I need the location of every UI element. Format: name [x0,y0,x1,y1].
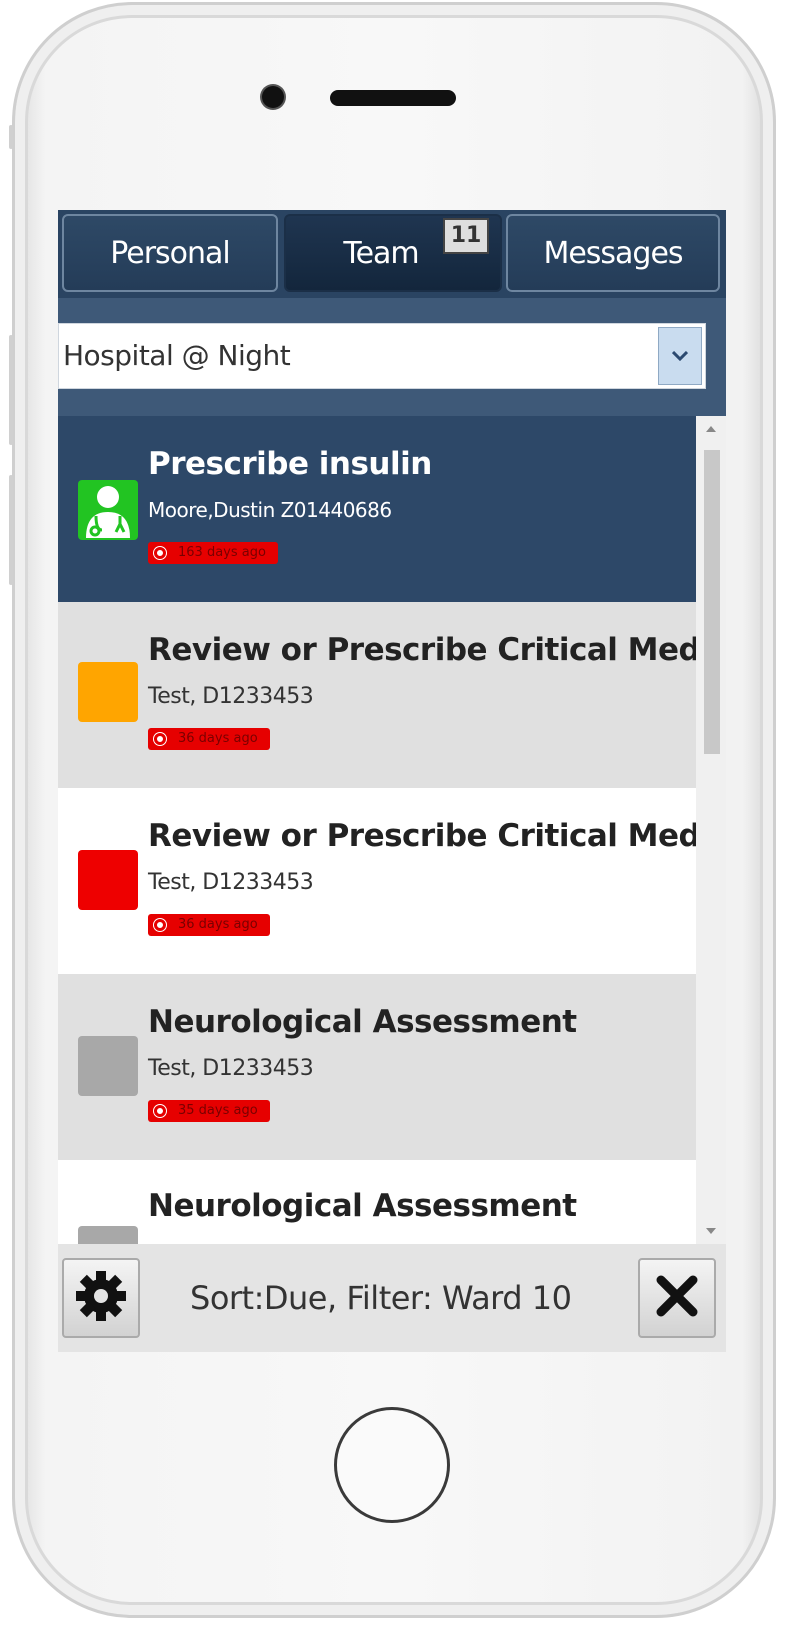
tab-messages[interactable]: Messages [506,214,720,292]
task-row[interactable]: Review or Prescribe Critical Meds ( Test… [58,602,696,788]
task-row[interactable]: Prescribe insulin Moore,Dustin Z01440686… [58,416,696,602]
due-badge: 35 days ago [148,1100,270,1122]
home-button[interactable] [334,1407,450,1523]
list-scrollbar[interactable] [696,416,726,1244]
scroll-thumb[interactable] [704,450,720,754]
chevron-down-icon[interactable] [658,327,702,385]
task-list: Prescribe insulin Moore,Dustin Z01440686… [58,416,696,1244]
due-badge: 163 days ago [148,542,278,564]
task-title: Neurological Assessment [148,1188,577,1224]
priority-indicator [78,1036,138,1096]
gear-icon [73,1268,129,1328]
volume-button [9,475,13,585]
task-patient: Test, D1233453 [148,684,314,709]
priority-indicator [78,850,138,910]
task-title: Review or Prescribe Critical Meds ( [148,818,696,854]
app-screen: Personal Team 11 Messages Hospital @ Nig… [58,210,726,1352]
location-select[interactable]: Hospital @ Night [58,323,706,389]
task-row[interactable]: Review or Prescribe Critical Meds ( Test… [58,788,696,974]
due-badge: 36 days ago [148,914,270,936]
close-icon [655,1274,699,1322]
speaker-grille [330,90,456,106]
scroll-up-arrow[interactable] [706,426,716,432]
team-count-badge: 11 [443,218,489,254]
footer-bar: Sort:Due, Filter: Ward 10 [58,1244,726,1352]
clock-icon [154,1105,166,1117]
volume-button [9,335,13,445]
task-title: Prescribe insulin [148,446,432,482]
task-row[interactable]: Neurological Assessment [58,1160,696,1244]
task-title: Neurological Assessment [148,1004,577,1040]
task-title: Review or Prescribe Critical Meds ( [148,632,696,668]
scroll-down-arrow[interactable] [706,1228,716,1234]
side-button [9,125,13,149]
tab-bar: Personal Team 11 Messages [58,210,726,298]
sort-filter-status: Sort:Due, Filter: Ward 10 [190,1279,572,1317]
task-patient: Test, D1233453 [148,870,314,895]
clock-icon [154,733,166,745]
task-patient: Moore,Dustin Z01440686 [148,498,392,522]
clock-icon [154,919,166,931]
doctor-icon [78,480,138,540]
priority-indicator [78,662,138,722]
due-badge: 36 days ago [148,728,270,750]
task-row[interactable]: Neurological Assessment Test, D1233453 3… [58,974,696,1160]
location-select-value: Hospital @ Night [63,339,291,372]
clock-icon [154,547,166,559]
settings-button[interactable] [62,1258,140,1338]
task-patient: Test, D1233453 [148,1056,314,1081]
tab-personal[interactable]: Personal [62,214,278,292]
priority-indicator [78,1226,138,1244]
close-button[interactable] [638,1258,716,1338]
camera-icon [262,86,284,108]
